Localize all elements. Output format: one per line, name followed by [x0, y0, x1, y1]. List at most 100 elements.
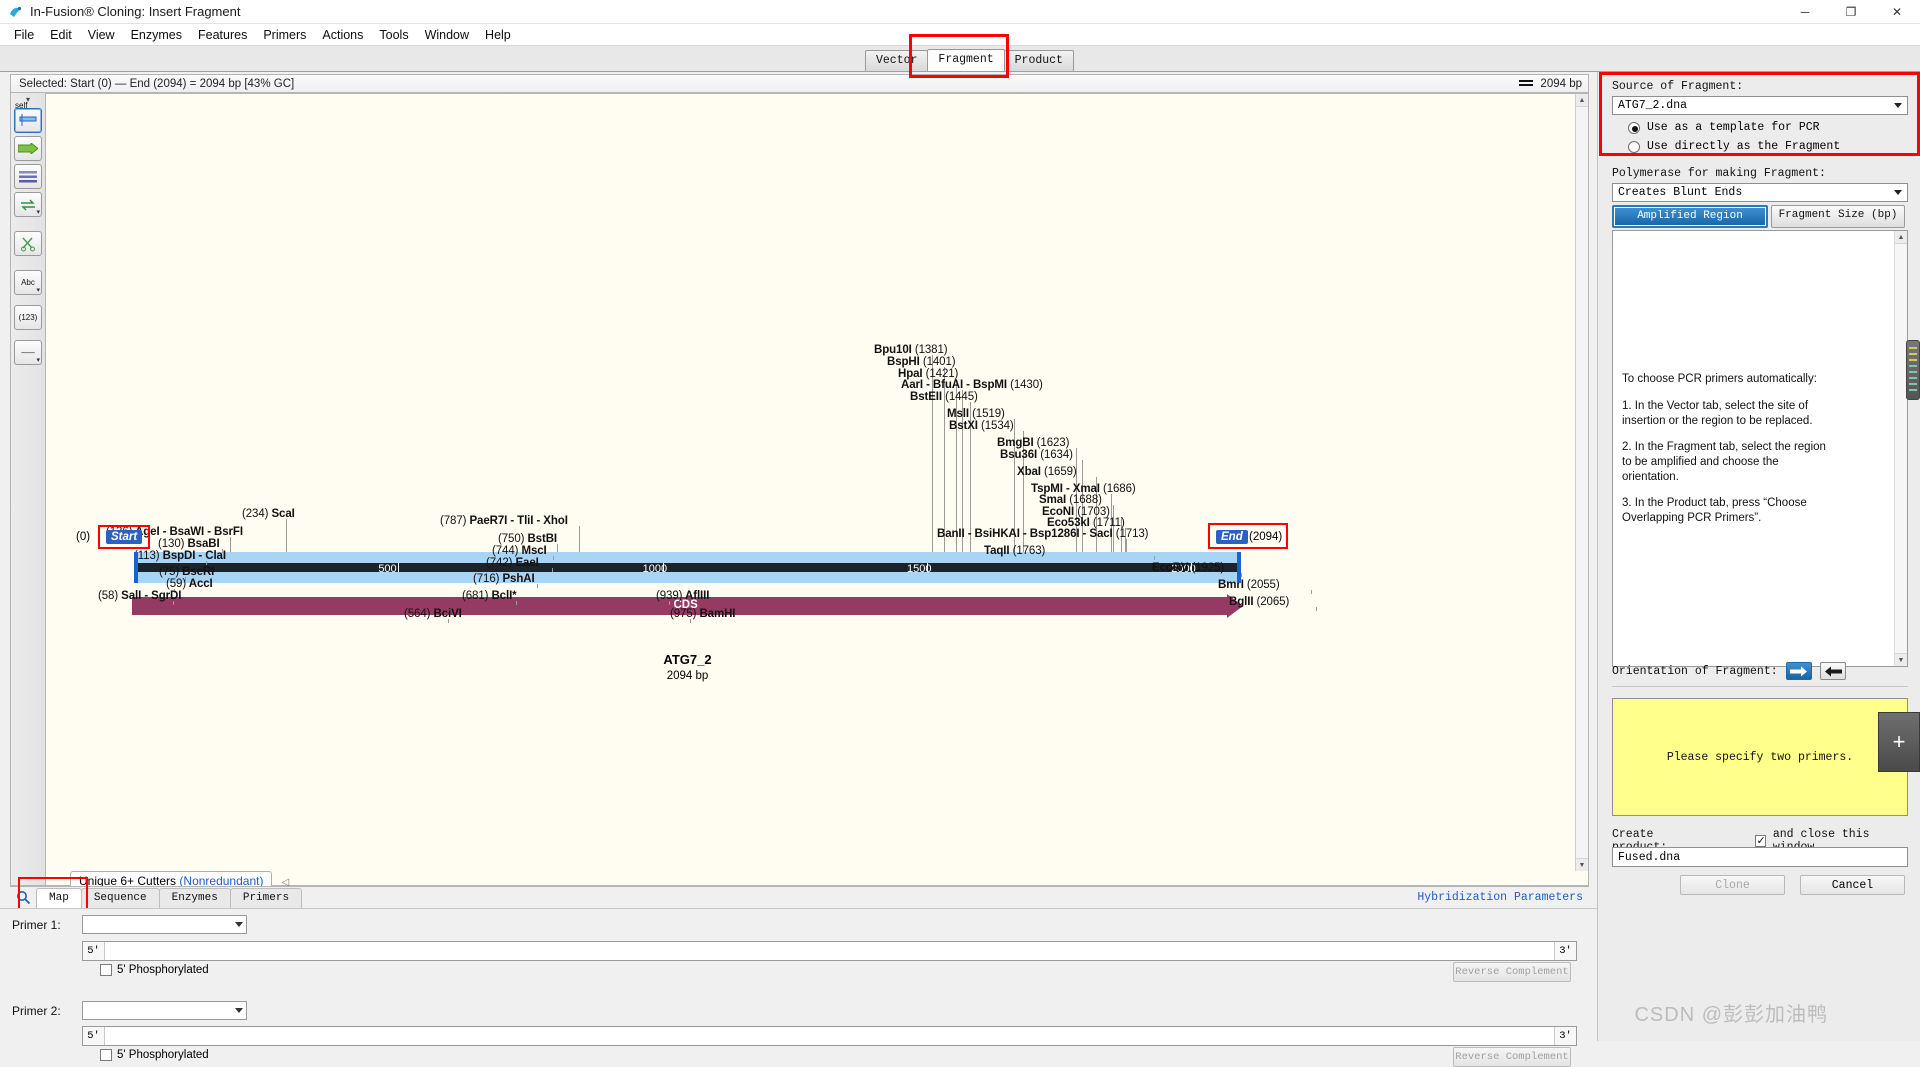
region-tab-bar: Amplified Region Fragment Size (bp)	[1612, 205, 1908, 228]
polymerase-select[interactable]: Creates Blunt Ends	[1612, 183, 1908, 202]
menu-help[interactable]: Help	[477, 26, 519, 44]
tab-product[interactable]: Product	[1003, 50, 1074, 71]
product-name-input[interactable]: Fused.dna	[1612, 847, 1908, 867]
scissors-tool-button[interactable]	[14, 231, 42, 256]
view-tab-sequence[interactable]: Sequence	[80, 887, 160, 908]
primer2-phosphorylated-label: 5' Phosphorylated	[117, 1049, 209, 1061]
start-position-label: (0)	[76, 531, 91, 543]
amplified-region-scrollbar[interactable]: ▲ ▼	[1894, 231, 1907, 666]
end-marker-badge[interactable]: End	[1216, 530, 1248, 544]
abc-tool-button[interactable]: Abc ▾	[14, 270, 42, 295]
view-tab-enzymes[interactable]: Enzymes	[158, 887, 231, 908]
chevron-down-icon[interactable]	[1894, 103, 1902, 108]
tab-amplified-region[interactable]: Amplified Region	[1612, 205, 1768, 228]
view-tab-primers[interactable]: Primers	[229, 887, 303, 908]
help-step-2: 2. In the Fragment tab, select the regio…	[1622, 441, 1826, 483]
source-of-fragment-select[interactable]: ATG7_2.dna	[1612, 96, 1908, 115]
select-tool-button[interactable]: self	[14, 101, 42, 133]
menu-tools[interactable]: Tools	[371, 26, 416, 44]
chevron-down-icon[interactable]	[235, 922, 243, 927]
swap-strands-tool-button[interactable]: ▾	[14, 192, 42, 217]
enzyme-tick	[1154, 556, 1155, 560]
primer1-reverse-complement-button[interactable]: Reverse Complement	[1453, 962, 1571, 982]
sequence-map-view[interactable]: 500100015002000CDS(234) ScaI(136) AgeI -…	[46, 93, 1589, 886]
scroll-down-icon[interactable]: ▼	[1576, 858, 1588, 871]
primer1-select[interactable]	[82, 915, 247, 934]
orientation-row: Orientation of Fragment:	[1612, 662, 1846, 680]
orientation-label: Orientation of Fragment:	[1612, 664, 1778, 678]
map-vertical-scrollbar[interactable]: ▲ ▼	[1575, 94, 1588, 871]
dashes-tool-caret-icon[interactable]: ▾	[36, 356, 40, 364]
enzyme-tick	[1241, 573, 1242, 577]
tab-fragment[interactable]: Fragment	[927, 49, 1005, 71]
add-panel-button[interactable]: +	[1878, 712, 1920, 772]
primer1-phosphorylated-checkbox[interactable]	[100, 964, 112, 976]
use-directly-radio-row[interactable]: Use directly as the Fragment	[1628, 140, 1908, 153]
chevron-down-icon[interactable]	[235, 1008, 243, 1013]
menu-view[interactable]: View	[80, 26, 123, 44]
dna-top-strand	[134, 552, 1241, 563]
view-tab-bar: Map Sequence Enzymes Primers Hybridizati…	[10, 886, 1589, 908]
ruler-tick	[926, 563, 928, 572]
enzyme-tick	[956, 379, 957, 552]
clone-button[interactable]: Clone	[1680, 875, 1785, 895]
tab-vector[interactable]: Vector	[865, 50, 929, 71]
use-as-template-radio[interactable]	[1628, 121, 1640, 134]
primer1-sequence-field[interactable]: 5' 3'	[82, 941, 1577, 961]
close-window-checkbox[interactable]	[1754, 834, 1766, 847]
hybridization-parameters-link[interactable]: Hybridization Parameters	[1417, 891, 1583, 904]
product-name-value: Fused.dna	[1618, 850, 1681, 864]
tab-fragment-size[interactable]: Fragment Size (bp)	[1771, 205, 1905, 228]
numbering-tool-button[interactable]: (123)	[14, 305, 42, 330]
enzyme-label: MslI (1519)	[947, 408, 1005, 420]
cancel-button[interactable]: Cancel	[1800, 875, 1905, 895]
scroll-up-icon[interactable]: ▲	[1895, 231, 1907, 244]
start-marker-badge[interactable]: Start	[106, 530, 143, 544]
menu-enzymes[interactable]: Enzymes	[123, 26, 190, 44]
swap-tool-caret-icon[interactable]: ▾	[36, 208, 40, 216]
menu-actions[interactable]: Actions	[314, 26, 371, 44]
status-message-box: Please specify two primers.	[1612, 698, 1908, 816]
minimize-button[interactable]: ─	[1782, 0, 1828, 24]
use-as-template-label: Use as a template for PCR	[1647, 121, 1820, 134]
primer2-reverse-complement-button[interactable]: Reverse Complement	[1453, 1047, 1571, 1067]
main-body: Selected: Start (0) — End (2094) = 2094 …	[0, 72, 1920, 1067]
help-title: To choose PCR primers automatically:	[1622, 373, 1817, 385]
menu-window[interactable]: Window	[417, 26, 477, 44]
menu-primers[interactable]: Primers	[255, 26, 314, 44]
scroll-up-icon[interactable]: ▲	[1576, 94, 1588, 107]
enzyme-label: BanII - BsiHKAI - Bsp1286I - SacI (1713)	[937, 528, 1149, 540]
enzyme-tick	[516, 601, 517, 605]
enzyme-tick	[173, 601, 174, 605]
orientation-reverse-button[interactable]	[1819, 662, 1846, 680]
maximize-button[interactable]: ❐	[1828, 0, 1874, 24]
zoom-rail-widget[interactable]	[1906, 340, 1920, 400]
primer2-phosphorylated-row[interactable]: 5' Phosphorylated	[100, 1049, 209, 1061]
sequence-length: 2094 bp	[1519, 78, 1582, 90]
close-button[interactable]: ✕	[1874, 0, 1920, 24]
enzyme-label: BmgBI (1623)	[997, 437, 1070, 449]
use-as-template-radio-row[interactable]: Use as a template for PCR	[1628, 121, 1908, 134]
primer2-sequence-field[interactable]: 5' 3'	[82, 1026, 1577, 1046]
abc-tool-caret-icon[interactable]: ▾	[36, 286, 40, 294]
menu-file[interactable]: File	[6, 26, 42, 44]
enzyme-label: (750) BstBI	[498, 533, 557, 545]
enzyme-label: Bsu36I (1634)	[1000, 449, 1073, 461]
menu-edit[interactable]: Edit	[42, 26, 80, 44]
primer2-select[interactable]	[82, 1001, 247, 1020]
orientation-forward-button[interactable]	[1785, 662, 1812, 680]
arrow-tool-button[interactable]	[14, 136, 42, 161]
layers-tool-button[interactable]	[14, 164, 42, 189]
app-logo-icon	[8, 4, 24, 20]
dashes-tool-button[interactable]: ‒‒‒ ▾	[14, 340, 42, 365]
enzyme-label: BstXI (1534)	[949, 420, 1014, 432]
scroll-down-icon[interactable]: ▼	[1895, 653, 1907, 666]
menu-features[interactable]: Features	[190, 26, 255, 44]
enzyme-label: BstEII (1445)	[910, 391, 978, 403]
chevron-down-icon[interactable]	[1894, 190, 1902, 195]
use-directly-radio[interactable]	[1628, 140, 1640, 153]
enzyme-label: Bpu10I (1381)	[874, 344, 948, 356]
primer1-phosphorylated-row[interactable]: 5' Phosphorylated	[100, 964, 209, 976]
primer2-phosphorylated-checkbox[interactable]	[100, 1049, 112, 1061]
selection-status-bar: Selected: Start (0) — End (2094) = 2094 …	[10, 74, 1589, 93]
